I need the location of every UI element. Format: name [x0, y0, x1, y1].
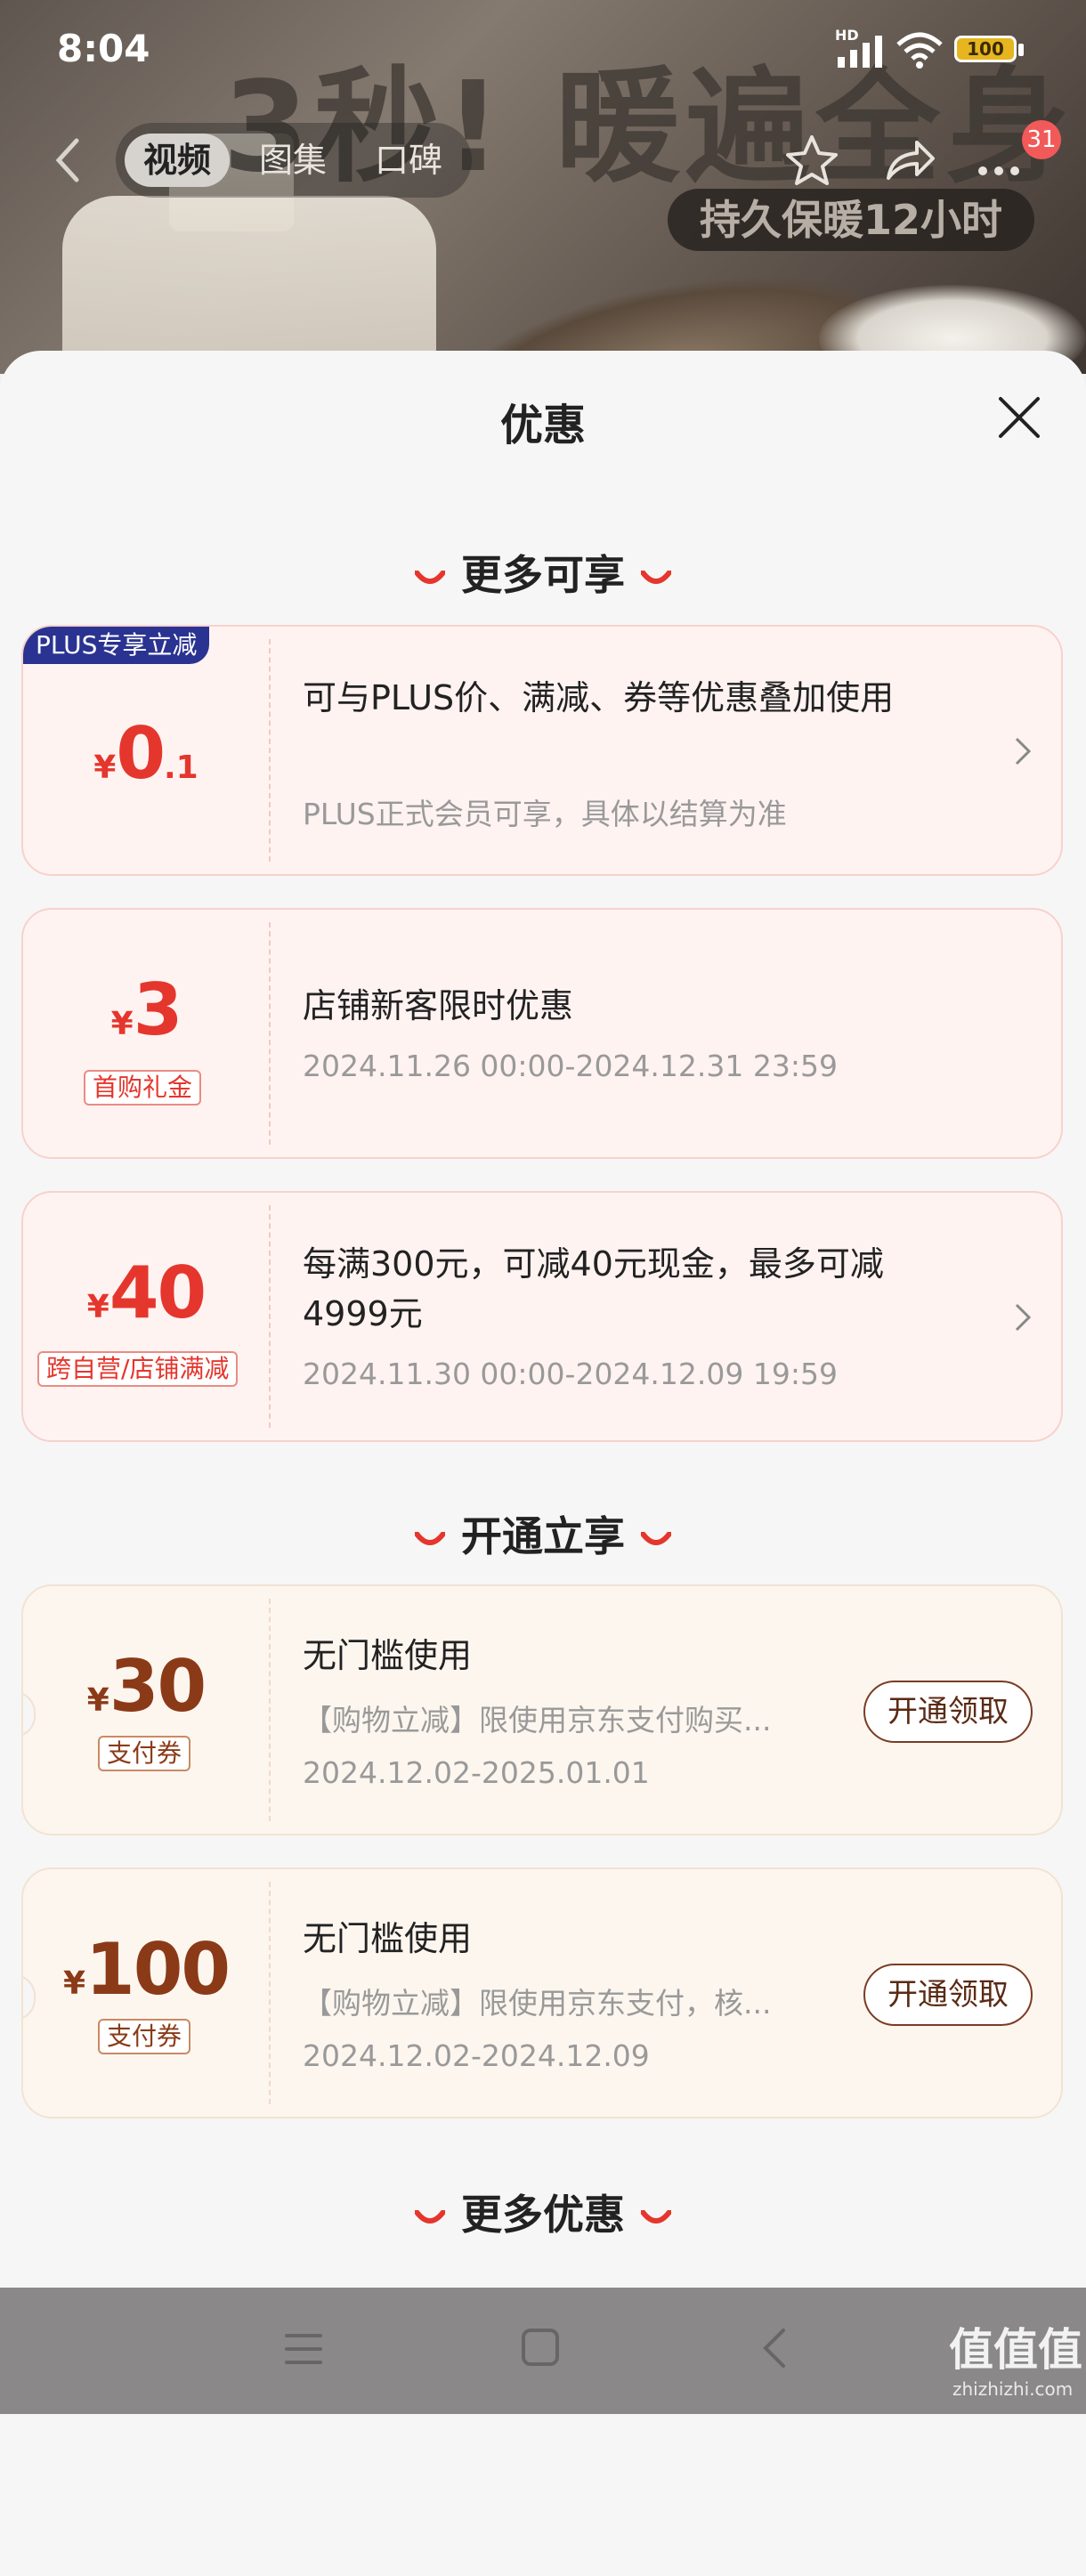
- currency-symbol: ¥: [62, 1965, 86, 2002]
- smile-decoration-icon: [415, 570, 445, 584]
- currency-symbol: ¥: [86, 1682, 109, 1719]
- section-heading-text: 更多优惠: [461, 2191, 625, 2239]
- close-icon[interactable]: [995, 393, 1043, 441]
- smile-decoration-icon: [415, 2209, 445, 2224]
- chevron-right-icon: [1015, 737, 1032, 766]
- coupon-tag: 支付券: [98, 1736, 191, 1771]
- back-arrow-icon[interactable]: [50, 134, 85, 187]
- amount-integer: 3: [133, 968, 183, 1051]
- coupon-amount: ¥0.1: [23, 712, 269, 795]
- payment-coupon-card[interactable]: ¥30 支付券 无门槛使用 【购物立减】限使用京东支付购买... 2024.12…: [21, 1584, 1063, 1835]
- status-time: 8:04: [57, 27, 150, 70]
- amount-integer: 30: [109, 1645, 207, 1728]
- more-icon[interactable]: [970, 132, 1027, 189]
- hot-water-bottle: [62, 196, 436, 374]
- home-icon[interactable]: [520, 2327, 561, 2368]
- coupon-date: 2024.11.30 00:00-2024.12.09 19:59: [303, 1357, 838, 1391]
- smile-decoration-icon: [641, 570, 671, 584]
- coupon-card-new-customer[interactable]: ¥3 首购礼金 店铺新客限时优惠 2024.11.26 00:00-2024.1…: [21, 908, 1063, 1159]
- card-divider: [269, 1882, 271, 2104]
- coupon-card-plus[interactable]: PLUS专享立减 ¥0.1 可与PLUS价、满减、券等优惠叠加使用 PLUS正式…: [21, 625, 1063, 876]
- product-top-nav: 视频 图集 口碑 31: [0, 116, 1086, 205]
- card-divider: [269, 639, 271, 862]
- section-heading-text: 开通立享: [461, 1512, 625, 1560]
- coupon-amount: ¥40: [23, 1252, 269, 1334]
- section-heading-more-discounts: 更多优惠: [0, 2183, 1086, 2241]
- sheet-title: 优惠: [499, 401, 586, 450]
- amount-decimal: .1: [164, 749, 199, 786]
- menu-icon[interactable]: [283, 2329, 324, 2369]
- card-divider: [269, 1599, 271, 1821]
- battery-icon: 100: [954, 36, 1017, 62]
- currency-symbol: ¥: [110, 1006, 134, 1042]
- coupon-date: 2024.12.02-2025.01.01: [303, 1755, 650, 1790]
- smile-decoration-icon: [415, 1531, 445, 1545]
- coupon-card-spend-discount[interactable]: ¥40 跨自营/店铺满减 每满300元，可减40元现金，最多可减4999元 20…: [21, 1191, 1063, 1442]
- coupon-amount: ¥100: [23, 1928, 269, 2011]
- coupon-title: 无门槛使用: [303, 1636, 473, 1675]
- wifi-icon: [896, 32, 943, 69]
- coupon-date: 2024.11.26 00:00-2024.12.31 23:59: [303, 1049, 838, 1083]
- tab-video[interactable]: 视频: [125, 134, 230, 187]
- coupon-amount: ¥30: [23, 1645, 269, 1728]
- coupon-description: 【购物立减】限使用京东支付，核...: [303, 1986, 772, 2021]
- coupon-tag: 跨自营/店铺满减: [37, 1351, 239, 1387]
- coupon-date: 2024.12.02-2024.12.09: [303, 2038, 650, 2073]
- tab-gallery[interactable]: 图集: [240, 134, 345, 187]
- watermark-url: zhizhizhi.com: [952, 2378, 1074, 2400]
- coupon-title: 可与PLUS价、满减、券等优惠叠加使用: [303, 678, 895, 717]
- system-navigation-bar: [0, 2288, 1086, 2414]
- activate-claim-button[interactable]: 开通领取: [863, 1964, 1033, 2026]
- currency-symbol: ¥: [86, 1289, 109, 1325]
- smile-decoration-icon: [641, 2209, 671, 2224]
- amount-integer: 0: [116, 712, 166, 795]
- star-favorite-icon[interactable]: [783, 132, 840, 189]
- signal-icon: [838, 36, 882, 68]
- amount-integer: 100: [85, 1928, 231, 2011]
- amount-integer: 40: [109, 1252, 207, 1334]
- card-divider: [269, 922, 271, 1145]
- tab-reviews[interactable]: 口碑: [356, 134, 461, 187]
- plus-badge: PLUS专享立减: [23, 627, 210, 664]
- activate-claim-button[interactable]: 开通领取: [863, 1681, 1033, 1743]
- smile-decoration-icon: [641, 1531, 671, 1545]
- coupon-title: 无门槛使用: [303, 1919, 473, 1958]
- media-tabs: 视频 图集 口碑: [116, 123, 472, 198]
- coupon-description: PLUS正式会员可享，具体以结算为准: [303, 797, 787, 831]
- payment-coupon-card[interactable]: ¥100 支付券 无门槛使用 【购物立减】限使用京东支付，核... 2024.1…: [21, 1867, 1063, 2118]
- coupon-tag: 支付券: [98, 2019, 191, 2054]
- section-heading-activate: 开通立享: [0, 1504, 1086, 1563]
- notification-badge: 31: [1022, 120, 1061, 159]
- card-divider: [269, 1205, 271, 1428]
- battery-tip: [1018, 44, 1024, 56]
- section-heading-text: 更多可享: [461, 551, 625, 599]
- coupon-description: 【购物立减】限使用京东支付购买...: [303, 1703, 772, 1738]
- back-icon[interactable]: [758, 2327, 790, 2369]
- share-icon[interactable]: [881, 132, 938, 189]
- coupon-title: 每满300元，可减40元现金，最多可减4999元: [303, 1244, 884, 1333]
- status-bar: 8:04 HD 100: [0, 0, 1086, 98]
- coupon-amount: ¥3: [23, 968, 269, 1051]
- currency-symbol: ¥: [93, 749, 117, 786]
- watermark-logo: 值值值: [949, 2324, 1082, 2376]
- section-heading-more-available: 更多可享: [0, 543, 1086, 602]
- chevron-right-icon: [1015, 1303, 1032, 1332]
- coupon-title: 店铺新客限时优惠: [303, 986, 574, 1025]
- coupon-tag: 首购礼金: [84, 1070, 202, 1106]
